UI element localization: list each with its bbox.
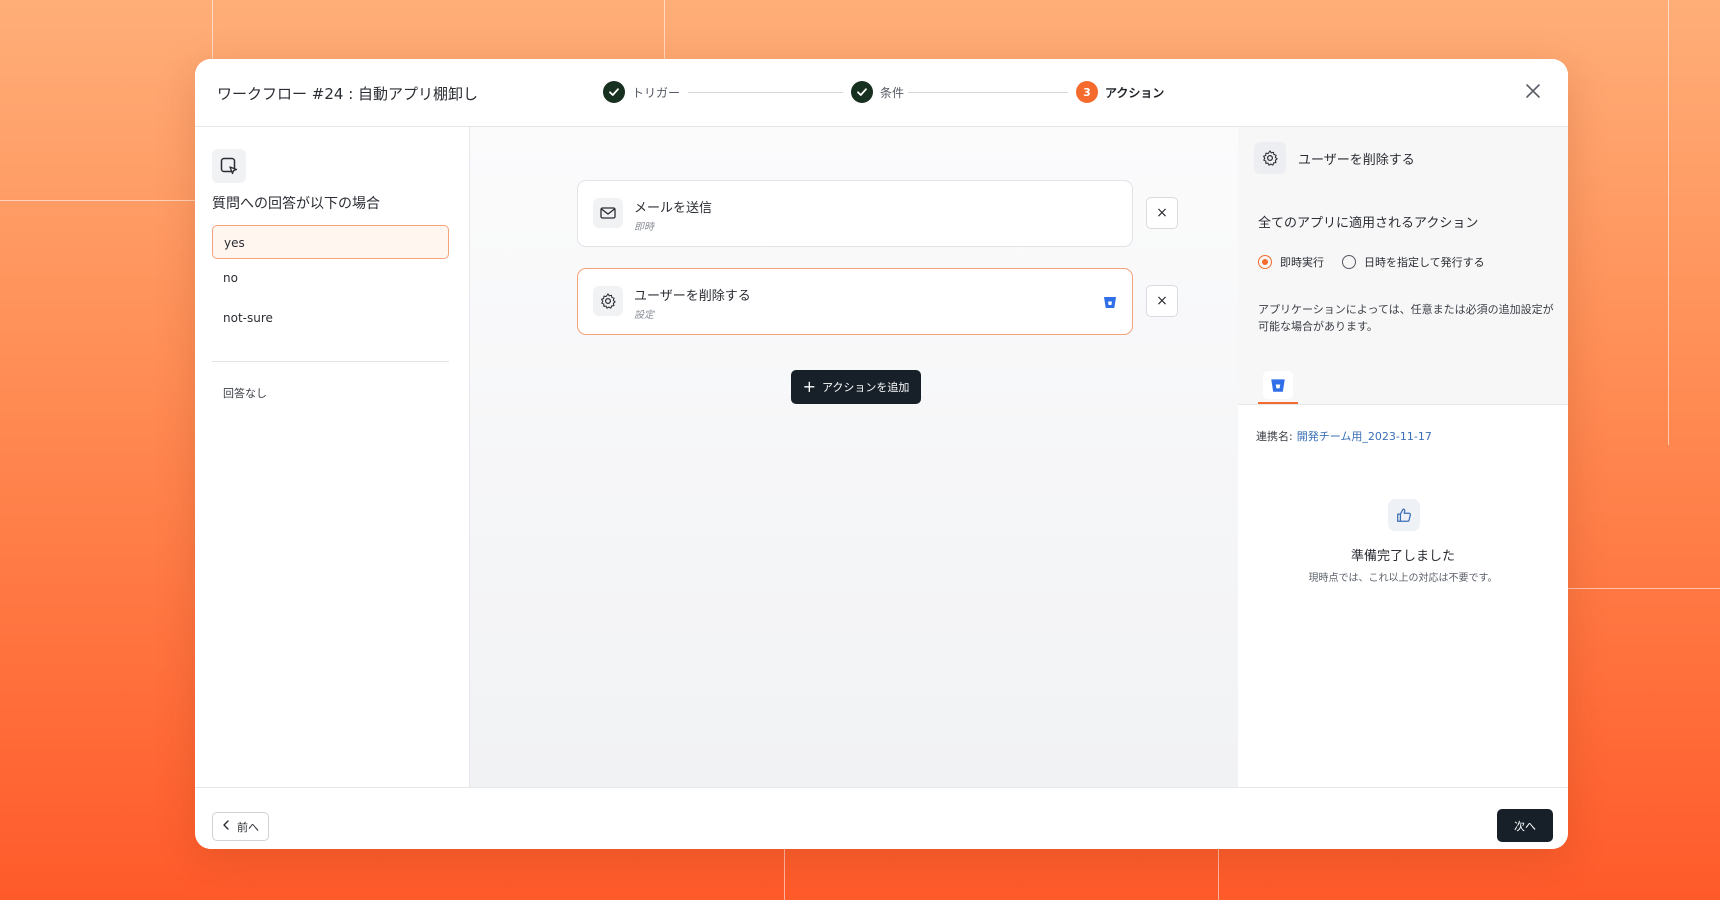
condition-heading: 質問への回答が以下の場合 [212,196,380,212]
divider [1238,404,1568,405]
gear-icon [593,286,623,316]
step-label: 条件 [880,85,905,100]
action-subtitle: 即時 [634,222,654,233]
step-connector [688,92,843,93]
settings-note: アプリケーションによっては、任意または必須の追加設定が可能な場合があります。 [1258,303,1554,333]
remove-icon: × [1156,205,1168,221]
next-button[interactable]: 次へ [1497,809,1553,842]
workflow-title: ワークフロー #24 : 自動アプリ棚卸し [217,85,479,103]
connection-row: 連携名: 開発チーム用_2023-11-17 [1256,428,1432,444]
step-label: トリガー [632,85,681,100]
bg-line [212,0,213,59]
radio-scheduled[interactable] [1342,255,1356,269]
connection-link[interactable]: 開発チーム用_2023-11-17 [1297,430,1432,443]
remove-icon: × [1156,293,1168,309]
remove-action-button[interactable]: × [1146,285,1178,317]
cursor-box-icon [212,149,246,183]
check-icon [603,81,625,103]
answer-label: yes [224,236,245,250]
settings-subheading: 全てのアプリに適用されるアクション [1258,216,1479,231]
step-connector [908,92,1068,93]
bg-line [1668,0,1669,445]
modal-header: ワークフロー #24 : 自動アプリ棚卸し トリガー 条件 3 アクション [195,59,1568,127]
chevron-left-icon [222,820,230,833]
radio-label: 即時実行 [1280,256,1324,269]
step-number: 3 [1076,81,1098,103]
check-icon [851,81,873,103]
next-label: 次へ [1514,819,1536,833]
settings-top: ユーザーを削除する 全てのアプリに適用されるアクション 即時実行 日時を指定して… [1238,127,1568,404]
previous-button[interactable]: 前へ [212,812,269,841]
close-icon[interactable] [1520,79,1546,105]
bucket-app-icon [1263,371,1293,399]
answer-option-yes[interactable]: yes [212,225,449,259]
action-title: メールを送信 [634,201,713,216]
radio-immediate[interactable] [1258,255,1272,269]
mail-icon [593,198,623,228]
bg-line [1568,588,1720,589]
answer-option-no[interactable]: no [212,261,449,295]
settings-title: ユーザーを削除する [1298,153,1415,168]
remove-action-button[interactable]: × [1146,197,1178,229]
action-title: ユーザーを削除する [634,289,751,304]
answer-label: no [223,271,238,285]
answer-label: not-sure [223,311,273,325]
thumbs-up-icon [1388,499,1420,531]
action-card-send-mail[interactable]: メールを送信 即時 [577,180,1133,247]
condition-panel: 質問への回答が以下の場合 yes no not-sure 回答なし [195,127,470,787]
bg-line [784,849,785,900]
previous-label: 前へ [237,820,259,834]
app-tab[interactable] [1258,368,1298,404]
connection-label: 連携名: [1256,430,1293,443]
divider [212,361,449,362]
action-card-delete-user[interactable]: ユーザーを削除する 設定 [577,268,1133,335]
answer-option-none[interactable]: 回答なし [223,385,267,401]
bg-line [664,0,665,59]
add-action-label: アクションを追加 [821,381,910,394]
add-action-button[interactable]: + アクションを追加 [791,370,921,404]
ready-title: 準備完了しました [1350,549,1455,564]
answer-option-not-sure[interactable]: not-sure [212,301,449,335]
modal-footer: 前へ 次へ [195,787,1568,849]
gear-icon [1254,142,1286,174]
stepper: トリガー 条件 3 アクション [603,81,1164,105]
step-action[interactable]: 3 アクション [1076,81,1164,103]
step-condition[interactable]: 条件 [851,81,904,103]
action-settings-panel: ユーザーを削除する 全てのアプリに適用されるアクション 即時実行 日時を指定して… [1238,127,1568,787]
timing-radio-group: 即時実行 日時を指定して発行する [1258,254,1485,270]
workflow-modal: ワークフロー #24 : 自動アプリ棚卸し トリガー 条件 3 アクション 質問… [195,59,1568,849]
plus-icon: + [802,377,816,396]
action-subtitle: 設定 [634,310,654,321]
action-canvas: メールを送信 即時 × ユーザーを削除する 設定 × + アクションを追加 [470,127,1238,787]
bg-line [0,200,195,201]
bg-line [1218,849,1219,900]
step-label: アクション [1105,85,1165,100]
bucket-app-icon [1102,294,1118,310]
ready-subtitle: 現時点では、これ以上の対応は不要です。 [1308,573,1498,584]
radio-label: 日時を指定して発行する [1364,256,1485,269]
step-trigger[interactable]: トリガー [603,81,680,103]
